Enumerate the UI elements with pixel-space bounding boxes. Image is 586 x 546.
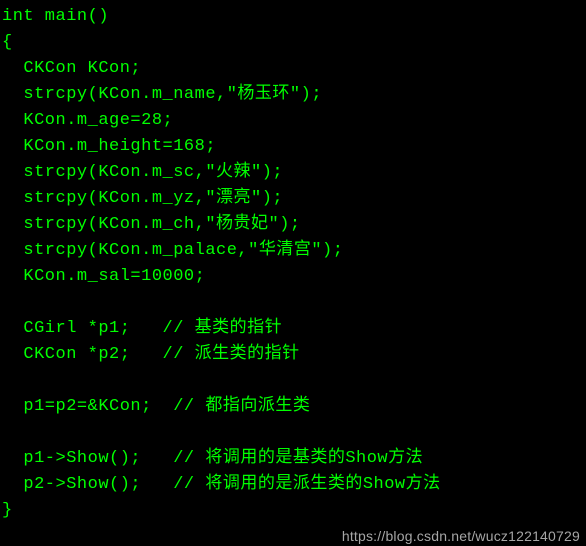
- code-line: {: [2, 33, 13, 52]
- code-line: p1=p2=&KCon; // 都指向派生类: [2, 397, 310, 416]
- code-line: CKCon *p2; // 派生类的指针: [2, 345, 300, 364]
- code-line: CGirl *p1; // 基类的指针: [2, 319, 282, 338]
- code-line: p2->Show(); // 将调用的是派生类的Show方法: [2, 475, 441, 494]
- code-line: strcpy(KCon.m_palace,"华清宫");: [2, 241, 343, 260]
- code-line: }: [2, 501, 13, 520]
- code-line: strcpy(KCon.m_sc,"火辣");: [2, 163, 283, 182]
- code-block: int main() { CKCon KCon; strcpy(KCon.m_n…: [0, 0, 586, 528]
- watermark: https://blog.csdn.net/wucz122140729: [342, 528, 580, 544]
- code-line: strcpy(KCon.m_name,"杨玉环");: [2, 85, 322, 104]
- code-line: p1->Show(); // 将调用的是基类的Show方法: [2, 449, 423, 468]
- code-line: KCon.m_height=168;: [2, 137, 216, 156]
- code-line: CKCon KCon;: [2, 59, 141, 78]
- code-line: strcpy(KCon.m_yz,"漂亮");: [2, 189, 283, 208]
- code-line: int main(): [2, 7, 109, 26]
- code-line: KCon.m_sal=10000;: [2, 267, 205, 286]
- code-line: KCon.m_age=28;: [2, 111, 173, 130]
- code-line: strcpy(KCon.m_ch,"杨贵妃");: [2, 215, 301, 234]
